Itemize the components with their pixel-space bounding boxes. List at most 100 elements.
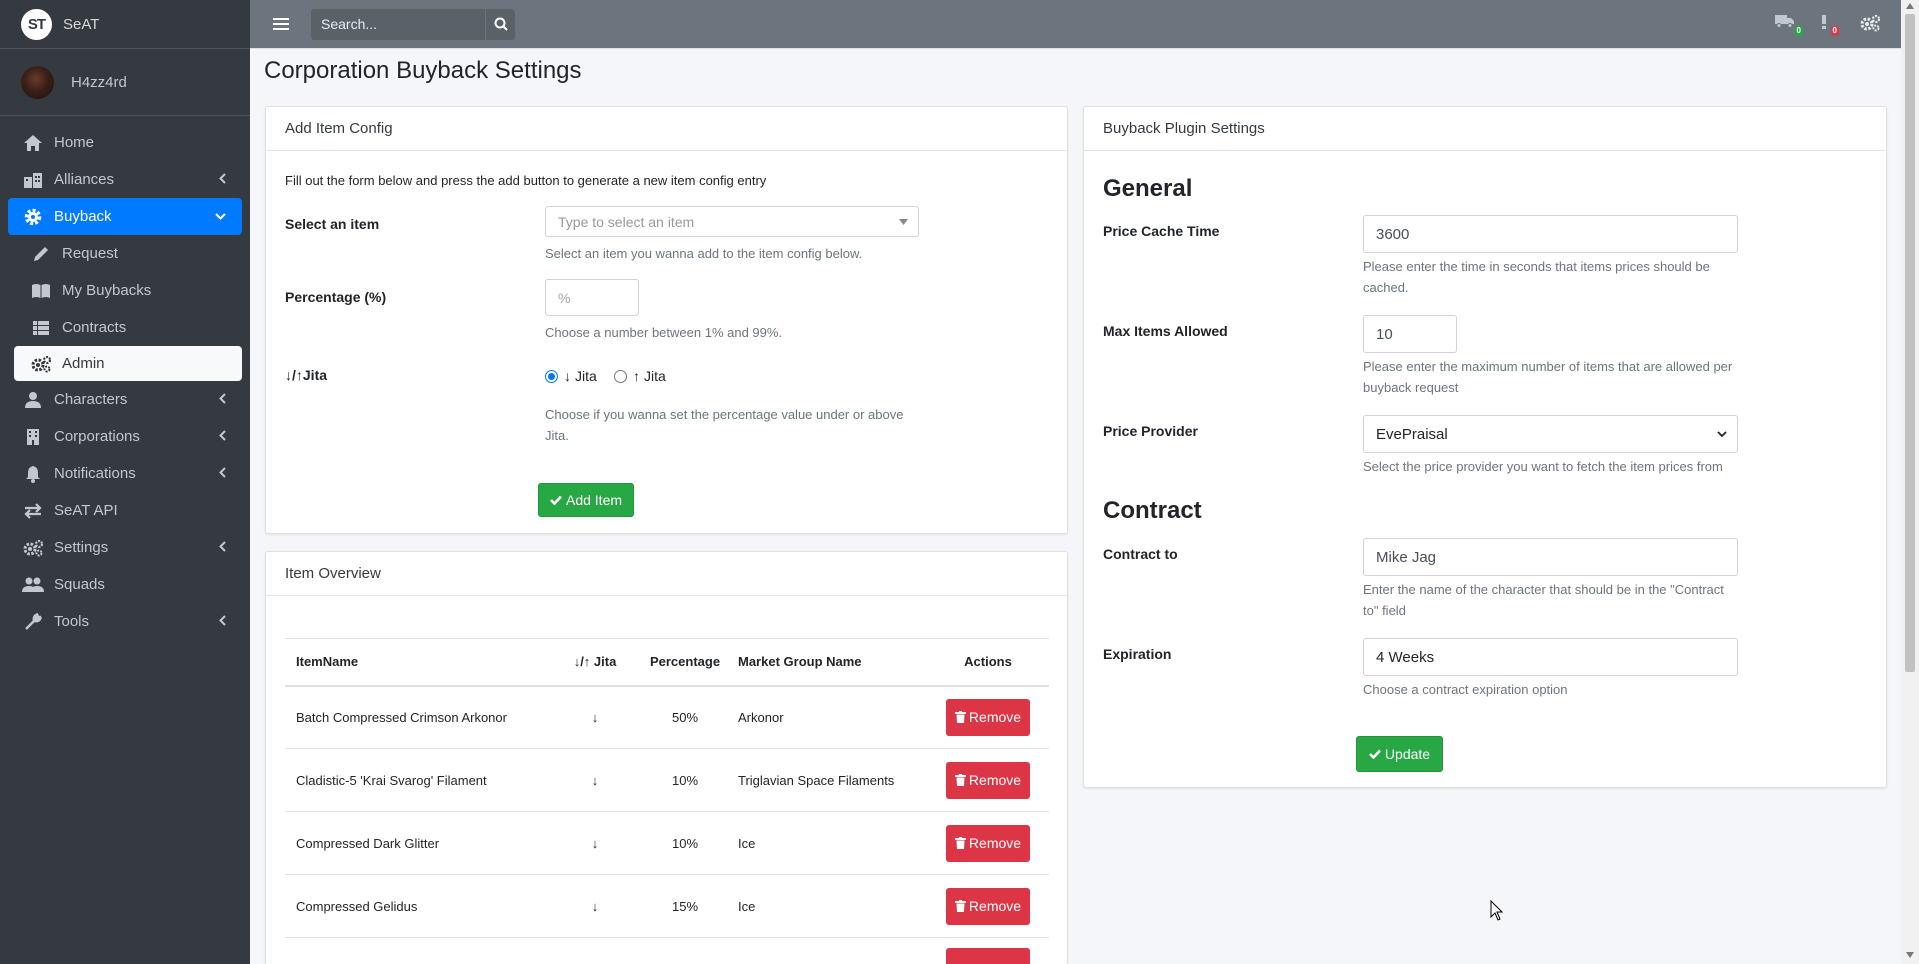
page-scrollbar[interactable] [1901,0,1919,964]
queue-badge: 0 [1794,26,1803,36]
sidebar-item-request[interactable]: Request [8,235,242,272]
card-title: Item Overview [266,552,1067,596]
col-actions: Actions [927,638,1049,687]
plugin-settings-card: Buyback Plugin Settings General Price Ca… [1083,106,1887,788]
menu-toggle-icon[interactable] [272,15,290,33]
brand-link[interactable]: ST SeAT [0,0,250,49]
remove-button[interactable]: Remove [946,761,1030,799]
percentage-help: Choose a number between 1% and 99%. [545,325,783,340]
sidebar-item-alliances[interactable]: Alliances [8,161,242,198]
price-provider-value: EvePraisal [1376,425,1448,443]
sidebar-item-label: Contracts [62,319,127,336]
sidebar-item-buyback[interactable]: Buyback [8,198,242,235]
check-icon [1369,749,1381,759]
col-percentage: Percentage [643,638,727,687]
contract-heading: Contract [1103,497,1202,524]
cell-percentage: 10% [643,811,727,875]
radio-button[interactable] [614,369,627,383]
cell-actions: Remove [927,685,1049,749]
radio-button[interactable] [545,369,558,383]
cell-percentage: 10% [643,748,727,812]
sidebar-item-tools[interactable]: Tools [8,603,242,640]
item-select[interactable]: Type to select an item [545,206,919,237]
col-item-name: ItemName [285,638,547,687]
contract-to-input[interactable] [1363,538,1738,576]
table-row: Batch Compressed Crimson Arkonor ↓ 50% A… [285,685,1049,749]
max-items-label: Max Items Allowed [1103,323,1228,339]
remove-button[interactable] [946,948,1030,964]
search-input[interactable] [311,8,485,40]
sidebar-item-settings[interactable]: Settings [8,529,242,566]
sidebar-item-label: Squads [54,576,105,593]
trash-icon [954,774,966,786]
cell-market-group: Arkonor [727,685,927,749]
cell-market-group: Triglavian Space Filaments [727,748,927,812]
search-icon [494,17,508,31]
wrench-icon [22,612,44,632]
scroll-up-icon[interactable] [1906,3,1914,9]
button-label: Remove [968,772,1022,788]
update-button[interactable]: Update [1356,736,1443,772]
truck-icon [1775,15,1794,28]
avatar [21,65,54,99]
arrow-down-icon: ↓ [547,748,643,812]
sidebar-item-corporations[interactable]: Corporations [8,418,242,455]
cell-actions: Remove [927,811,1049,875]
radio-above-jita[interactable]: ↑ Jita [614,368,666,384]
price-provider-label: Price Provider [1103,423,1198,439]
sidebar-item-label: Characters [54,391,128,408]
item-overview-card: Item Overview ItemName ↓/↑ Jita Percenta… [265,551,1068,964]
queue-status[interactable]: 0 [1775,14,1803,36]
exclamation-icon [1822,15,1826,29]
remove-button[interactable]: Remove [946,698,1030,736]
price-cache-label: Price Cache Time [1103,223,1220,239]
error-badge: 0 [1830,26,1839,36]
add-item-button[interactable]: Add Item [538,483,634,517]
sidebar-item-contracts[interactable]: Contracts [8,309,242,346]
sidebar-item-characters[interactable]: Characters [8,381,242,418]
user-icon [22,390,44,410]
price-cache-input[interactable] [1363,215,1738,253]
sidebar-item-notifications[interactable]: Notifications [8,455,242,492]
max-items-input[interactable] [1363,315,1457,353]
brand-logo: ST [21,8,52,40]
sidebar-item-label: Admin [62,355,105,372]
remove-button[interactable]: Remove [946,824,1030,862]
chevron-down-icon [215,213,226,220]
scroll-down-icon[interactable] [1906,952,1914,958]
item-select-placeholder: Type to select an item [558,213,695,230]
error-status[interactable]: 0 [1817,14,1841,36]
users-icon [22,575,44,595]
remove-button[interactable]: Remove [946,887,1030,925]
card-title: Add Item Config [266,107,1067,151]
add-item-card: Add Item Config Fill out the form below … [265,106,1068,534]
cell-actions [927,937,1049,964]
search-button[interactable] [485,8,515,40]
sidebar-item-home[interactable]: Home [8,124,242,161]
percentage-input[interactable] [545,279,639,316]
chevron-left-icon [219,615,226,626]
building-icon [22,170,44,190]
chevron-left-icon [219,393,226,404]
cell-actions: Remove [927,874,1049,938]
sidebar-item-admin[interactable]: Admin [14,346,242,381]
cell-item-name: Cladistic-5 'Krai Svarog' Filament [285,748,547,812]
sidebar-item-label: SeAT API [54,502,118,519]
arrow-up-icon: ↑ [633,368,640,384]
radio-label: Jita [575,368,597,384]
arrow-down-icon: ↓ [547,874,643,938]
sidebar-item-seat-api[interactable]: SeAT API [8,492,242,529]
sidebar-item-label: Buyback [54,208,112,225]
expiration-select[interactable]: 4 Weeks [1363,638,1738,676]
price-provider-select[interactable]: EvePraisal [1363,415,1738,453]
sidebar-item-label: Home [54,134,95,151]
sidebar-item-squads[interactable]: Squads [8,566,242,603]
arrow-down-icon: ↓ [547,811,643,875]
user-panel[interactable]: H4zz4rd [0,49,250,116]
sidebar-item-label: Tools [54,613,90,630]
table-row: Compressed Dark Glitter ↓ 10% Ice Remove [285,811,1049,875]
radio-under-jita[interactable]: ↓ Jita [545,368,597,384]
scrollbar-thumb[interactable] [1905,14,1915,672]
sidebar-item-my-buybacks[interactable]: My Buybacks [8,272,242,309]
settings-menu[interactable] [1859,14,1883,34]
